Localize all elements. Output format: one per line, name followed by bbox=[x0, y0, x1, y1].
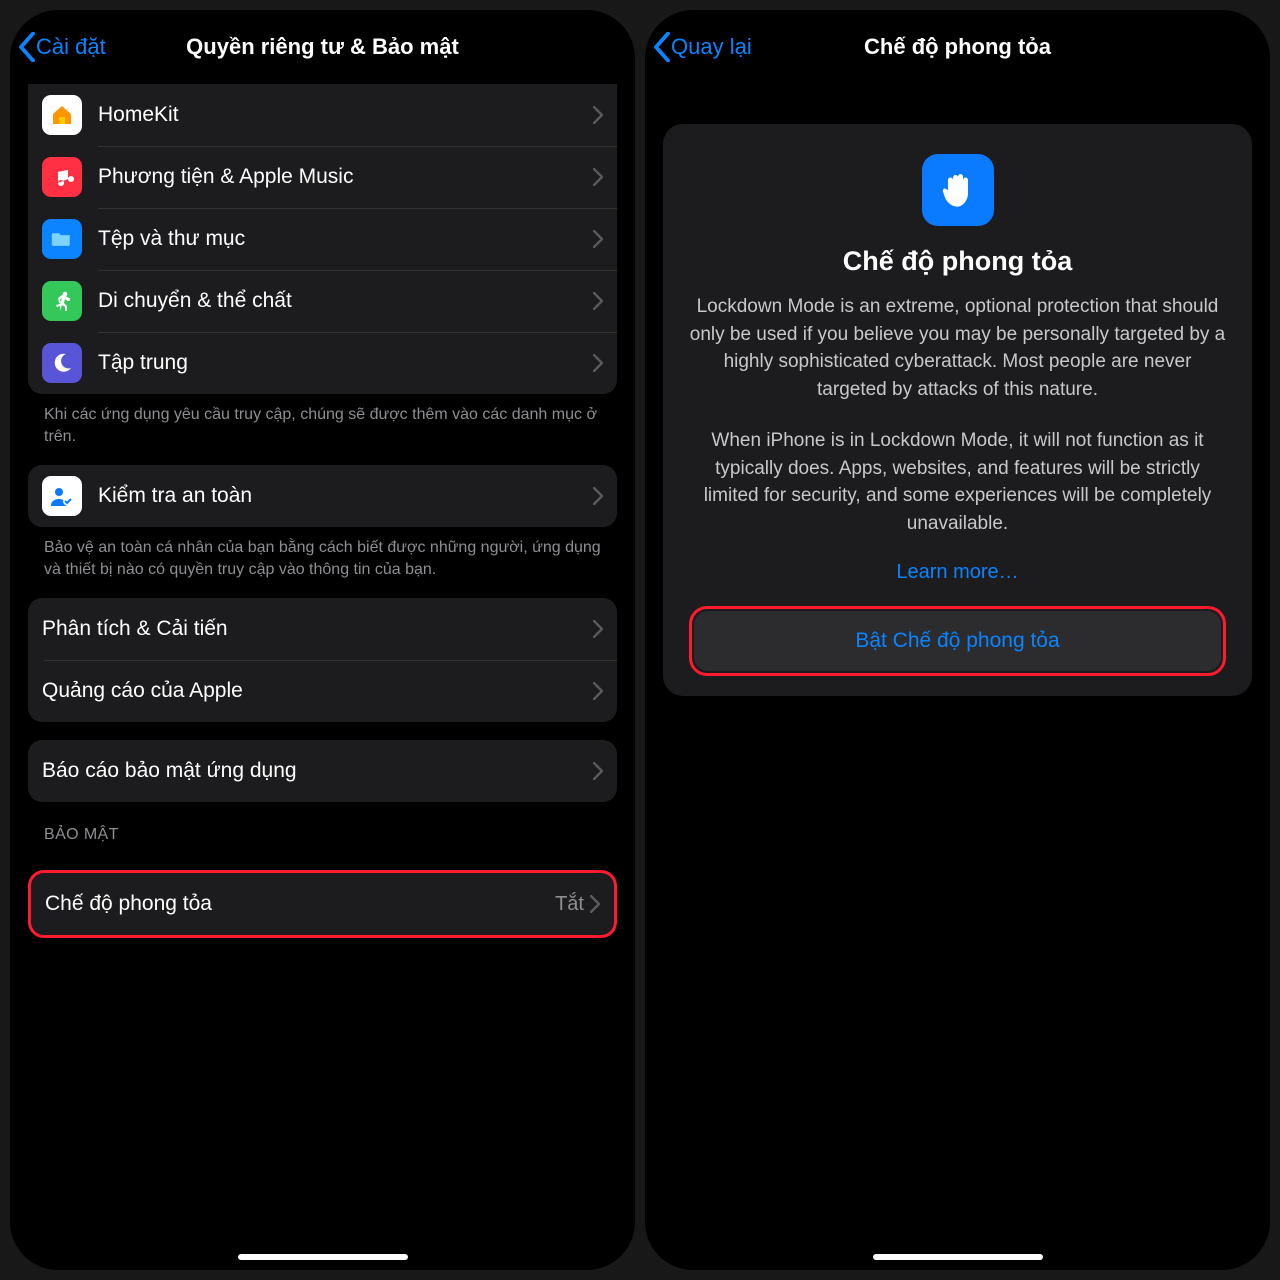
card-paragraph-2: When iPhone is in Lockdown Mode, it will… bbox=[689, 427, 1226, 537]
chevron-right-icon bbox=[593, 292, 603, 310]
row-label: Phương tiện & Apple Music bbox=[98, 165, 593, 189]
group-footer: Bảo vệ an toàn cá nhân của bạn bằng cách… bbox=[28, 527, 617, 580]
back-label: Cài đặt bbox=[36, 34, 106, 60]
row-label: Tập trung bbox=[98, 351, 593, 375]
moon-icon bbox=[42, 343, 82, 383]
safety-check-icon bbox=[42, 476, 82, 516]
fitness-icon bbox=[42, 281, 82, 321]
row-homekit[interactable]: HomeKit bbox=[28, 84, 617, 146]
row-app-privacy-report[interactable]: Báo cáo bảo mật ứng dụng bbox=[28, 740, 617, 802]
lockdown-group: Chế độ phong tỏa Tắt bbox=[28, 870, 617, 938]
row-motion-fitness[interactable]: Di chuyển & thể chất bbox=[28, 270, 617, 332]
back-button[interactable]: Cài đặt bbox=[16, 28, 108, 66]
nav-bar: Cài đặt Quyền riêng tư & Bảo mật bbox=[10, 10, 635, 84]
row-files-folders[interactable]: Tệp và thư mục bbox=[28, 208, 617, 270]
back-label: Quay lại bbox=[671, 34, 752, 60]
chevron-left-icon bbox=[653, 32, 671, 62]
card-paragraph-1: Lockdown Mode is an extreme, optional pr… bbox=[689, 293, 1226, 403]
enable-lockdown-button[interactable]: Bật Chế độ phong tỏa bbox=[694, 611, 1221, 671]
row-analytics[interactable]: Phân tích & Cải tiến bbox=[28, 598, 617, 660]
analytics-group: Phân tích & Cải tiến Quảng cáo của Apple bbox=[28, 598, 617, 722]
row-media-music[interactable]: Phương tiện & Apple Music bbox=[28, 146, 617, 208]
homekit-icon bbox=[42, 95, 82, 135]
chevron-right-icon bbox=[590, 895, 600, 913]
row-label: Báo cáo bảo mật ứng dụng bbox=[42, 759, 593, 783]
home-indicator[interactable] bbox=[873, 1254, 1043, 1260]
chevron-right-icon bbox=[593, 620, 603, 638]
chevron-right-icon bbox=[593, 230, 603, 248]
row-label: Di chuyển & thể chất bbox=[98, 289, 593, 313]
enable-highlight: Bật Chế độ phong tỏa bbox=[689, 606, 1226, 676]
back-button[interactable]: Quay lại bbox=[651, 28, 754, 66]
chevron-right-icon bbox=[593, 168, 603, 186]
privacy-settings-screen: Cài đặt Quyền riêng tư & Bảo mật HomeKit bbox=[10, 10, 635, 1270]
home-indicator[interactable] bbox=[238, 1254, 408, 1260]
chevron-left-icon bbox=[18, 32, 36, 62]
group-footer: Khi các ứng dụng yêu cầu truy cập, chúng… bbox=[28, 394, 617, 447]
row-lockdown-mode[interactable]: Chế độ phong tỏa Tắt bbox=[31, 873, 614, 935]
row-label: Chế độ phong tỏa bbox=[45, 892, 555, 916]
row-safety-check[interactable]: Kiểm tra an toàn bbox=[28, 465, 617, 527]
chevron-right-icon bbox=[593, 487, 603, 505]
row-label: Tệp và thư mục bbox=[98, 227, 593, 251]
chevron-right-icon bbox=[593, 682, 603, 700]
lockdown-content: Chế độ phong tỏa Lockdown Mode is an ext… bbox=[645, 84, 1270, 1270]
hand-icon bbox=[922, 154, 994, 226]
row-apple-ads[interactable]: Quảng cáo của Apple bbox=[28, 660, 617, 722]
chevron-right-icon bbox=[593, 354, 603, 372]
card-title: Chế độ phong tỏa bbox=[689, 246, 1226, 277]
row-label: Kiểm tra an toàn bbox=[98, 484, 593, 508]
safety-check-group: Kiểm tra an toàn bbox=[28, 465, 617, 527]
row-label: Phân tích & Cải tiến bbox=[42, 617, 593, 641]
row-value: Tắt bbox=[555, 893, 584, 916]
nav-bar: Quay lại Chế độ phong tỏa bbox=[645, 10, 1270, 84]
row-label: HomeKit bbox=[98, 103, 593, 127]
music-icon bbox=[42, 157, 82, 197]
app-access-group: HomeKit Phương tiện & Apple Music Tệp và… bbox=[28, 84, 617, 394]
settings-list: HomeKit Phương tiện & Apple Music Tệp và… bbox=[10, 84, 635, 1270]
row-label: Quảng cáo của Apple bbox=[42, 679, 593, 703]
row-focus[interactable]: Tập trung bbox=[28, 332, 617, 394]
chevron-right-icon bbox=[593, 106, 603, 124]
learn-more-link[interactable]: Learn more… bbox=[896, 561, 1018, 584]
section-header-security: BẢO MẬT bbox=[28, 802, 617, 852]
folder-icon bbox=[42, 219, 82, 259]
lockdown-card: Chế độ phong tỏa Lockdown Mode is an ext… bbox=[663, 124, 1252, 696]
chevron-right-icon bbox=[593, 762, 603, 780]
lockdown-mode-screen: Quay lại Chế độ phong tỏa Chế độ phong t… bbox=[645, 10, 1270, 1270]
privacy-report-group: Báo cáo bảo mật ứng dụng bbox=[28, 740, 617, 802]
